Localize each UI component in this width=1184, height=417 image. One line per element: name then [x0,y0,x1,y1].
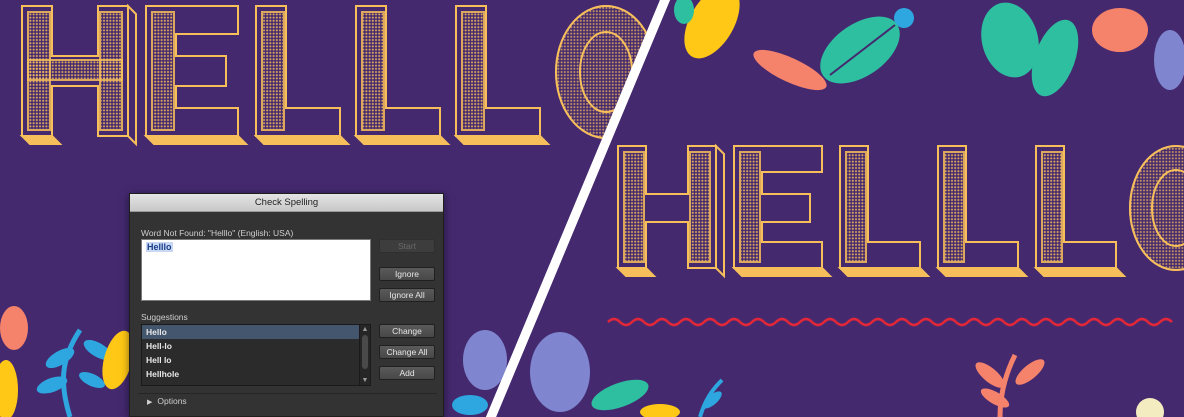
check-spelling-dialog: Check Spelling Word Not Found: "Helllo" … [129,193,444,417]
disclosure-triangle-icon: ▶ [147,399,153,406]
scroll-up-icon[interactable]: ▲ [360,325,370,334]
options-label: Options [157,396,187,406]
add-button[interactable]: Add [379,366,435,380]
scroll-down-icon[interactable]: ▼ [360,376,370,385]
suggestion-item[interactable]: Hello [142,325,370,339]
word-input[interactable]: Helllo [141,239,371,301]
word-not-found-label: Word Not Found: "Helllo" (English: USA) [141,228,294,238]
change-all-button[interactable]: Change All [379,345,435,359]
suggestions-scrollbar[interactable]: ▲ ▼ [359,325,370,385]
options-disclosure[interactable]: ▶ Options [147,396,187,406]
word-value: Helllo [146,242,173,252]
suggestions-label: Suggestions [141,312,188,322]
suggestion-item[interactable]: Hell lo [142,353,370,367]
divider [138,393,437,394]
ignore-all-button[interactable]: Ignore All [379,288,435,302]
artboard: Check Spelling Word Not Found: "Helllo" … [0,0,1184,417]
dialog-title: Check Spelling [130,194,443,212]
scroll-thumb[interactable] [362,335,368,369]
suggestion-item[interactable]: Hell-lo [142,339,370,353]
start-button[interactable]: Start [379,239,435,253]
ignore-button[interactable]: Ignore [379,267,435,281]
change-button[interactable]: Change [379,324,435,338]
suggestions-list[interactable]: Hello Hell-lo Hell lo Hellhole ▲ ▼ [141,324,371,386]
suggestion-item[interactable]: Hellhole [142,367,370,381]
